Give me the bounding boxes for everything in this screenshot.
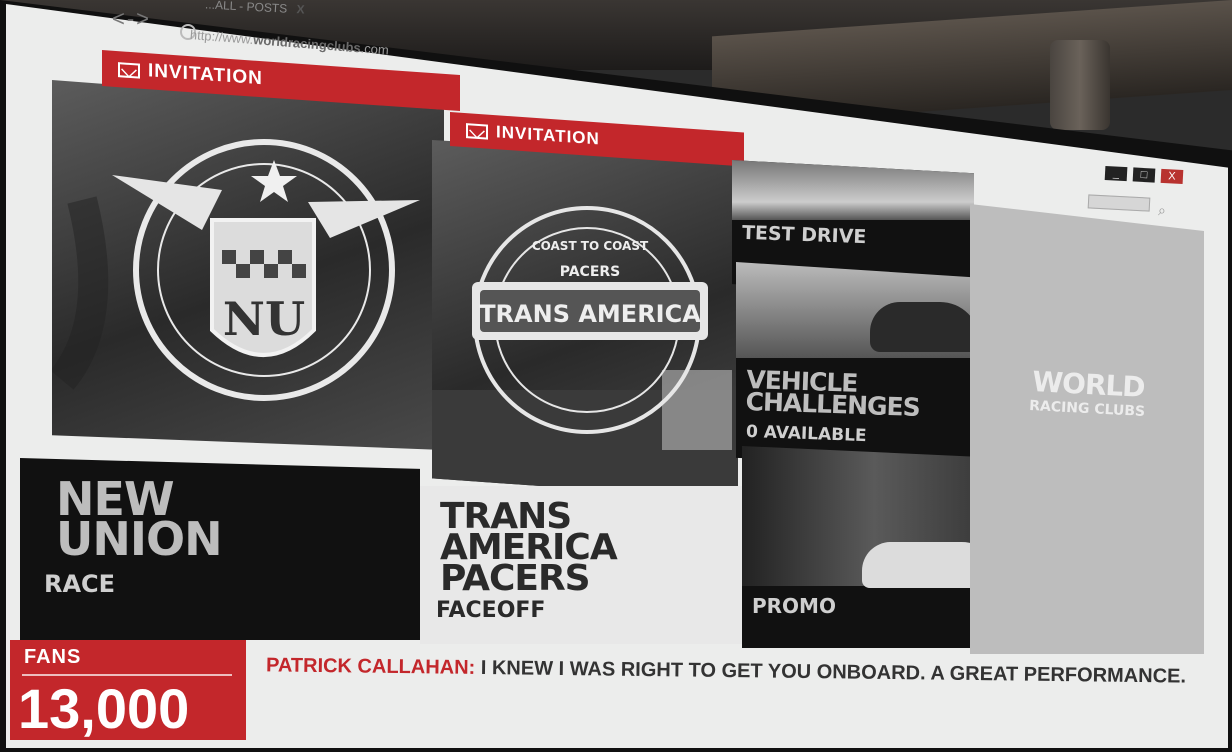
title-line: CHALLENGES [745, 386, 921, 422]
world-racing-clubs-panel [970, 204, 1204, 654]
promo-label: PROMO [752, 594, 836, 618]
car-icon [870, 302, 980, 352]
invitation-label: INVITATION [496, 122, 600, 149]
coast-crest-text: COAST TO COAST [532, 239, 649, 253]
title-line: PACERS [440, 557, 591, 599]
tab-close-icon[interactable]: X [296, 2, 305, 16]
invitation-label: INVITATION [148, 60, 263, 90]
close-icon[interactable]: X [1160, 168, 1184, 185]
trans-america-tile[interactable]: TRANS AMERICA PACERS COAST TO COAST [432, 140, 738, 500]
tab-title: ...ALL - POSTS [204, 0, 288, 16]
new-union-title: NEW UNION [56, 476, 223, 566]
vehicle-challenges-tile[interactable]: VEHICLE CHALLENGES 0 AVAILABLE [736, 262, 990, 466]
url-suffix: .com [360, 40, 390, 58]
trans-america-title-panel[interactable]: TRANS AMERICA PACERS FACEOFF [420, 486, 744, 644]
search-icon[interactable]: ⌕ [1158, 202, 1166, 219]
envelope-icon [118, 61, 140, 79]
trans-america-title: TRANS AMERICA PACERS [440, 499, 618, 599]
new-union-tile[interactable]: NU [52, 80, 444, 450]
monitor: <-> ...ALL - POSTS X http://www.worldrac… [0, 0, 1232, 752]
nav-arrows-icon[interactable]: <-> [112, 6, 151, 32]
trans-america-crest-icon: TRANS AMERICA PACERS COAST TO COAST [432, 206, 738, 500]
vehicle-challenges-title: VEHICLE CHALLENGES [745, 365, 921, 422]
message-speaker: PATRICK CALLAHAN: [265, 654, 476, 679]
world-racing-clubs-logo: WORLD RACING CLUBS [1029, 365, 1147, 420]
new-union-crest-icon: NU [52, 139, 420, 401]
title-line: UNION [56, 511, 223, 566]
browser-tab[interactable]: ...ALL - POSTS X [205, 0, 305, 17]
fans-value: 13,000 [18, 677, 190, 740]
trans-america-subtitle: FACEOFF [436, 598, 546, 623]
test-drive-label: TEST DRIVE [741, 221, 867, 249]
envelope-icon [466, 122, 488, 140]
svg-text:NU: NU [223, 292, 305, 346]
maximize-icon[interactable]: □ [1132, 167, 1156, 183]
fans-counter: FANS 13,000 [10, 640, 246, 740]
new-union-subtitle: RACE [44, 570, 116, 598]
new-union-title-panel[interactable]: NEW UNION RACE [20, 458, 420, 640]
promo-tile[interactable]: PROMO [742, 446, 1006, 648]
pacers-crest-text: PACERS [560, 264, 621, 280]
fans-label: FANS [24, 646, 82, 668]
vehicle-challenges-count: 0 AVAILABLE [745, 421, 867, 447]
trans-america-crest-text: TRANS AMERICA [479, 300, 701, 328]
minimize-icon[interactable]: _ [1104, 165, 1128, 182]
